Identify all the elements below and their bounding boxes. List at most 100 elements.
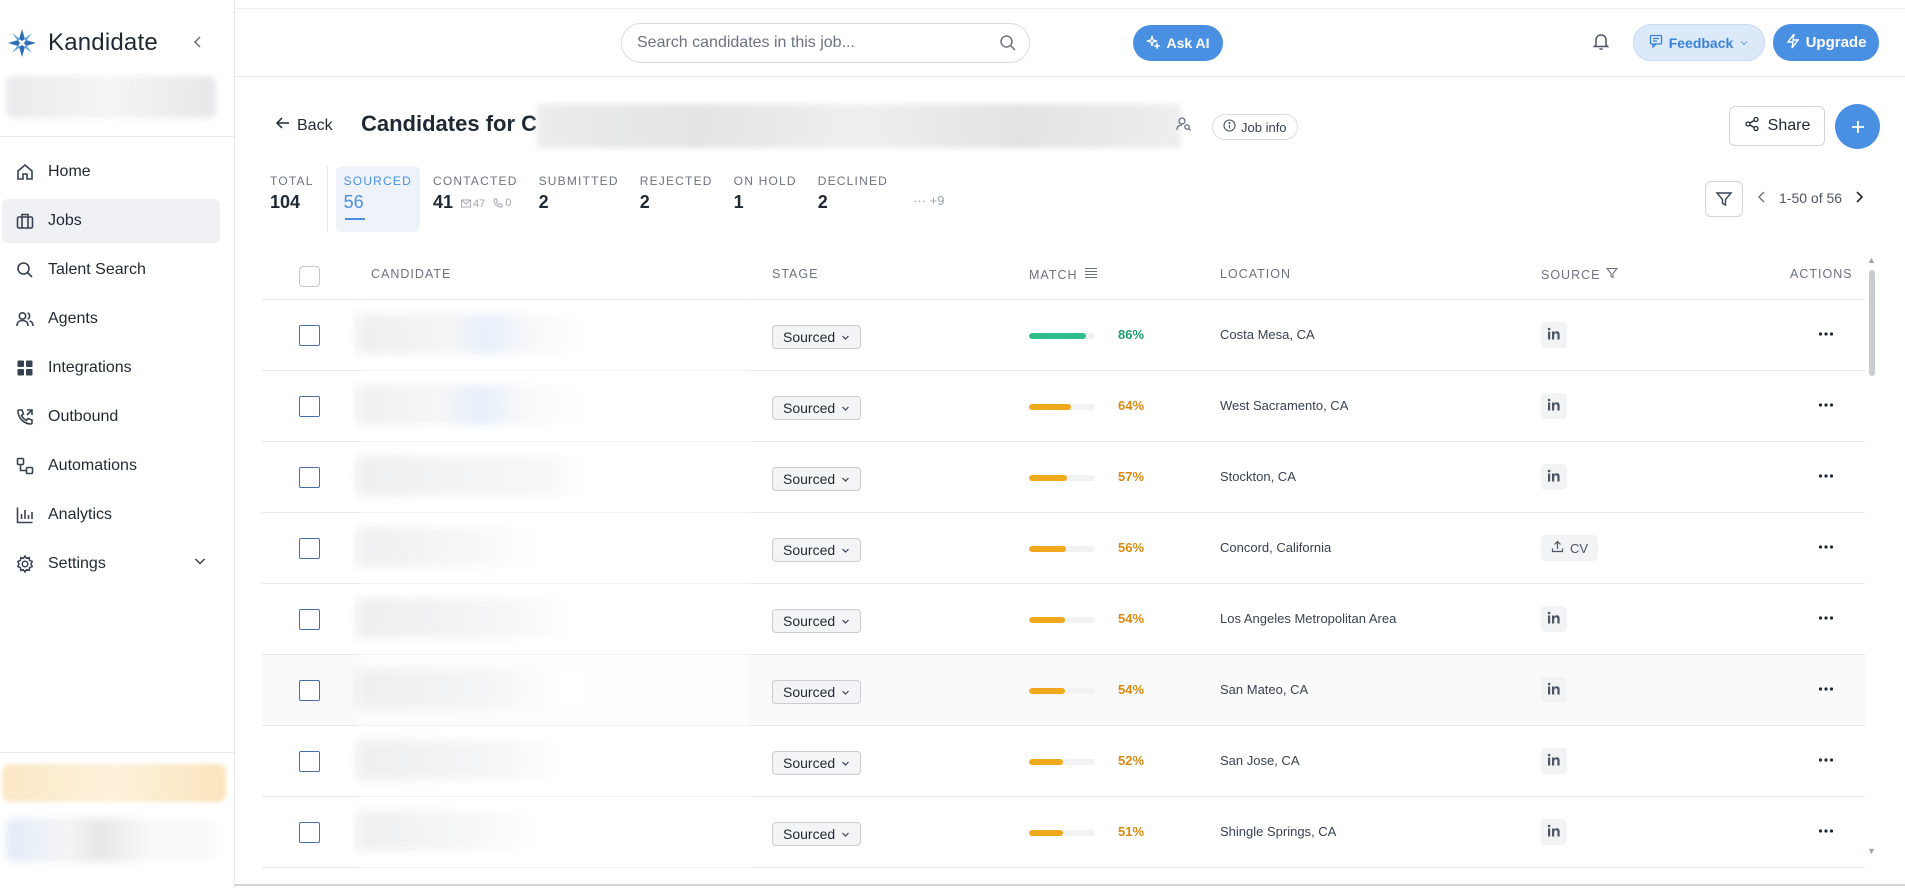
row-actions-button[interactable] [1818, 821, 1834, 839]
tab-sourced[interactable]: SOURCED 56 [335, 166, 420, 232]
row-actions-button[interactable] [1818, 466, 1834, 484]
source-label: CV [1570, 540, 1589, 556]
job-info-button[interactable]: Job info [1212, 114, 1298, 140]
ask-ai-button[interactable]: Ask AI [1133, 25, 1223, 61]
sidebar-item-label: Home [48, 163, 91, 180]
column-stage[interactable]: STAGE [772, 267, 818, 281]
more-stages-button[interactable]: ··· +9 [913, 166, 944, 232]
column-location[interactable]: LOCATION [1220, 267, 1291, 281]
next-page-button[interactable] [1854, 190, 1864, 206]
add-candidate-button[interactable] [1835, 104, 1880, 149]
stage-dropdown[interactable]: Sourced [772, 396, 862, 420]
tab-rejected[interactable]: REJECTED 2 [632, 166, 721, 232]
match-percent: 54% [1118, 611, 1145, 626]
tab-submitted[interactable]: SUBMITTED 2 [531, 166, 627, 232]
row-actions-button[interactable] [1818, 608, 1834, 626]
upgrade-label: Upgrade [1805, 34, 1867, 51]
select-all-checkbox[interactable] [299, 266, 320, 287]
upgrade-button[interactable]: Upgrade [1773, 24, 1879, 61]
tab-declined[interactable]: DECLINED 2 [810, 166, 896, 232]
row-checkbox[interactable] [299, 680, 320, 701]
match-percent: 64% [1118, 398, 1145, 413]
tab-count: 2 [817, 192, 828, 212]
search-bar [621, 23, 1030, 63]
stage-dropdown[interactable]: Sourced [772, 822, 862, 846]
source-badge[interactable]: CV [1541, 535, 1599, 561]
filter-icon [1715, 192, 1733, 207]
sidebar-item-talent-search[interactable]: Talent Search [2, 248, 220, 292]
notifications-bell-icon[interactable] [1591, 31, 1611, 56]
row-actions-button[interactable] [1818, 395, 1834, 413]
call-count-value: 0 [505, 197, 512, 209]
back-label: Back [297, 116, 333, 134]
source-badge[interactable] [1541, 322, 1567, 348]
stage-dropdown[interactable]: Sourced [772, 538, 862, 562]
row-actions-button[interactable] [1818, 324, 1834, 342]
sidebar-item-home[interactable]: Home [2, 150, 220, 194]
sidebar-item-integrations[interactable]: Integrations [2, 346, 220, 390]
row-checkbox[interactable] [299, 538, 320, 559]
sidebar-item-outbound[interactable]: Outbound [2, 395, 220, 439]
stage-dropdown[interactable]: Sourced [772, 467, 862, 491]
info-icon [1223, 119, 1236, 135]
scroll-up-icon[interactable]: ▲ [1867, 255, 1876, 265]
feedback-label: Feedback [1668, 34, 1734, 51]
share-button[interactable]: Share [1729, 106, 1825, 146]
plus-icon [1851, 120, 1864, 133]
row-checkbox[interactable] [299, 467, 320, 488]
chevron-left-icon [193, 36, 201, 48]
plan-banner[interactable] [2, 764, 226, 802]
row-checkbox[interactable] [299, 751, 320, 772]
stage-dropdown[interactable]: Sourced [772, 680, 862, 704]
collapse-sidebar-button[interactable] [188, 32, 208, 52]
tab-total[interactable]: TOTAL 104 [262, 166, 322, 232]
source-badge[interactable] [1541, 393, 1567, 419]
row-actions-button[interactable] [1818, 750, 1834, 768]
prev-page-button[interactable] [1757, 190, 1767, 206]
sidebar-item-agents[interactable]: Agents [2, 297, 220, 341]
location: Stockton, CA [1220, 469, 1296, 484]
workspace-selector[interactable] [6, 76, 216, 118]
sidebar-item-settings[interactable]: Settings [2, 542, 220, 586]
tab-contacted[interactable]: CONTACTED 41 47 0 [425, 166, 526, 232]
column-source[interactable]: SOURCE [1541, 267, 1619, 282]
source-badge[interactable] [1541, 748, 1567, 774]
user-profile[interactable] [6, 818, 216, 862]
pagination: 1-50 of 56 [1757, 190, 1864, 206]
sort-lines-icon[interactable] [1084, 267, 1098, 282]
more-horizontal-icon [1818, 537, 1834, 554]
scrollbar-thumb[interactable] [1869, 270, 1875, 376]
stage-dropdown[interactable]: Sourced [772, 325, 862, 349]
back-button[interactable]: Back [275, 115, 333, 136]
column-match[interactable]: MATCH [1029, 267, 1098, 282]
row-checkbox[interactable] [299, 609, 320, 630]
source-badge[interactable] [1541, 677, 1567, 703]
source-badge[interactable] [1541, 606, 1567, 632]
match-bar [1029, 688, 1095, 694]
tab-on-hold[interactable]: ON HOLD 1 [726, 166, 805, 232]
feedback-button[interactable]: Feedback [1633, 24, 1765, 61]
row-checkbox[interactable] [299, 396, 320, 417]
filter-button[interactable] [1705, 181, 1743, 217]
match-percent: 51% [1118, 824, 1145, 839]
sidebar-item-label: Agents [48, 310, 98, 327]
source-badge[interactable] [1541, 464, 1567, 490]
column-candidate[interactable]: CANDIDATE [371, 267, 451, 281]
filter-icon[interactable] [1606, 267, 1619, 282]
user-search-icon[interactable] [1176, 116, 1192, 137]
source-badge[interactable] [1541, 819, 1567, 845]
match-bar-fill [1029, 759, 1064, 765]
search-icon[interactable] [999, 34, 1017, 57]
row-checkbox[interactable] [299, 325, 320, 346]
row-actions-button[interactable] [1818, 537, 1834, 555]
sidebar-item-analytics[interactable]: Analytics [2, 493, 220, 537]
scroll-down-icon[interactable]: ▼ [1867, 846, 1876, 856]
stage-dropdown[interactable]: Sourced [772, 609, 862, 633]
search-input[interactable] [637, 34, 977, 52]
brand[interactable]: Kandidate [6, 26, 158, 60]
row-actions-button[interactable] [1818, 679, 1834, 697]
row-checkbox[interactable] [299, 822, 320, 843]
sidebar-item-automations[interactable]: Automations [2, 444, 220, 488]
sidebar-item-jobs[interactable]: Jobs [2, 199, 220, 243]
stage-dropdown[interactable]: Sourced [772, 751, 862, 775]
